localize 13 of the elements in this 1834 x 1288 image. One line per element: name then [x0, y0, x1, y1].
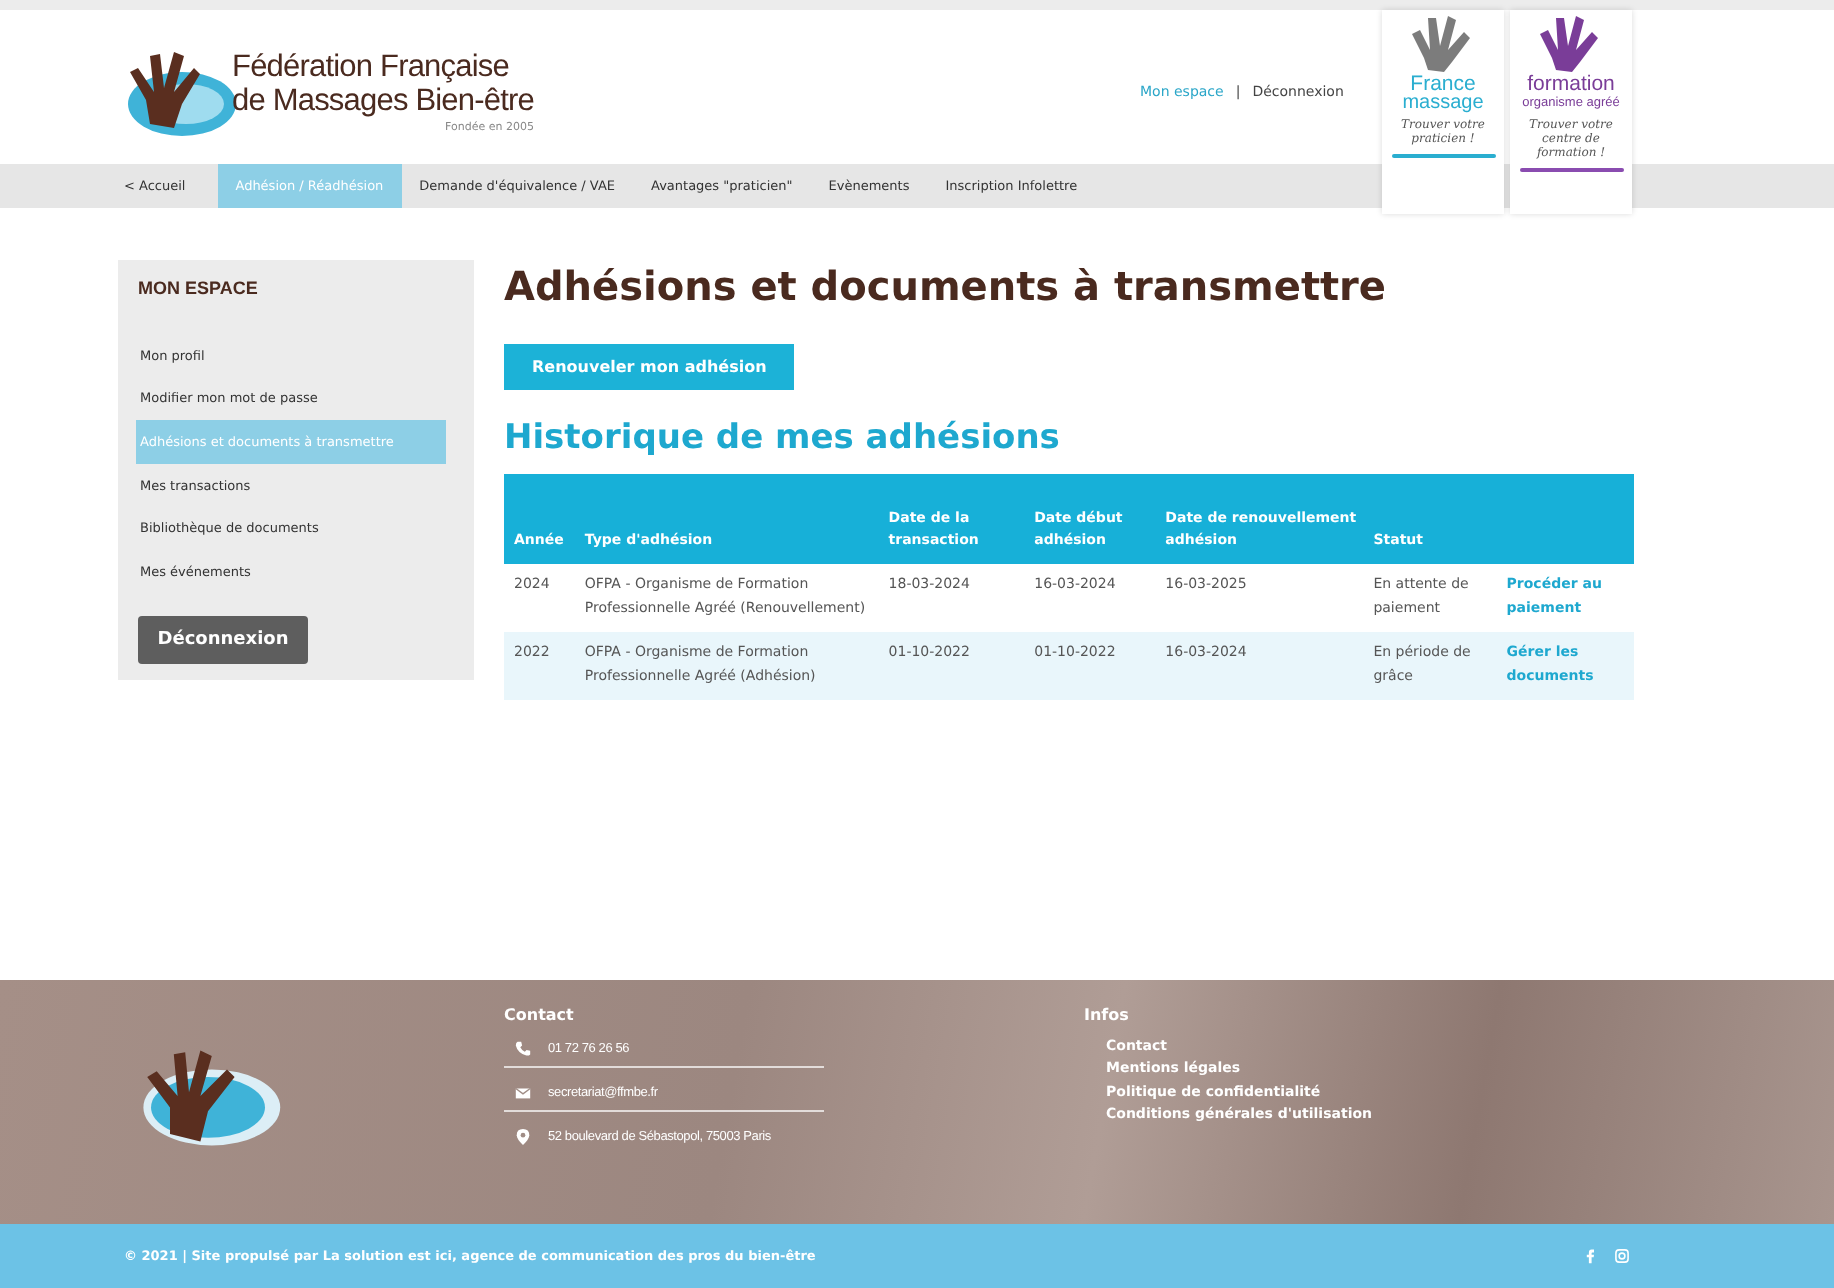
section-title: Historique de mes adhésions — [504, 416, 1060, 462]
facebook-icon[interactable] — [1582, 1248, 1598, 1264]
organization-name: de Massages Bien-être — [232, 83, 534, 117]
logout-button[interactable]: Déconnexion — [138, 615, 308, 664]
footer-heading: Infos — [1084, 1006, 1131, 1024]
organization-name: Fédération Française — [232, 49, 511, 83]
page-title: Adhésions et documents à transmettre — [504, 260, 1386, 312]
footer-heading: Contact — [504, 1006, 576, 1024]
sidebar-title: MON ESPACE — [138, 278, 260, 298]
instagram-icon[interactable] — [1614, 1248, 1630, 1264]
mail-icon — [514, 1084, 532, 1102]
location-pin-icon — [514, 1128, 532, 1146]
phone-icon — [514, 1040, 532, 1058]
